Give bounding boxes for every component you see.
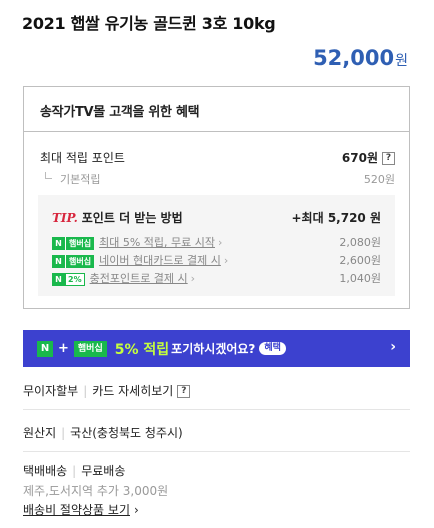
origin-row: 원산지 | 국산(충청북도 청주시) [23,426,183,440]
naver-plus-badge-icon: N 햄버십 [52,236,95,250]
chevron-right-icon: › [190,272,196,285]
tip-max: +최대 5,720 원 [291,211,382,225]
divider [23,409,410,410]
delivery-extra: 제주,도서지역 추가 3,000원 [23,484,169,498]
help-icon[interactable]: ? [177,385,191,398]
origin-value: 국산(충청북도 청주시) [70,426,183,440]
tip-header: TIP. 포인트 더 받는 방법 +최대 5,720 원 [52,209,381,226]
delivery-label: 택배배송 [23,464,68,478]
tip-row-link[interactable]: 네이버 현대카드로 결제 시 [99,254,221,267]
chevron-right-icon: › [390,339,396,355]
tip-row[interactable]: N 햄버십 최대 5% 적립, 무료 시작 › 2,080원 [52,234,381,250]
price-unit: 원 [395,53,408,69]
membership-banner[interactable]: N + 햄버십 5% 적립 포기하시겠어요? 혜택 › [23,330,410,367]
price-value: 52,000 [313,46,395,70]
help-icon[interactable]: ? [382,152,395,165]
tip-word: TIP. [52,211,78,225]
tip-title: 포인트 더 받는 방법 [81,211,183,225]
tip-row[interactable]: N 2% 충전포인트로 결제 시 › 1,040원 [52,270,381,286]
basic-point-value: 520원 [363,173,395,186]
origin-label: 원산지 [23,426,57,440]
plus-icon: + [58,341,69,356]
delivery-row: 택배배송 | 무료배송 [23,464,126,478]
benefit-box: 송작가TV몰 고객을 위한 혜택 최대 적립 포인트 670원? 기본적립 52… [23,86,410,309]
tip-row-link[interactable]: 최대 5% 적립, 무료 시작 [99,236,215,249]
product-price: 52,000원 [313,46,408,70]
naver-plus-badge-icon: N 햄버십 [52,254,95,268]
banner-benefit-button[interactable]: 혜택 [259,342,286,355]
chevron-right-icon: › [218,236,223,249]
installment-row: 무이자할부 | 카드 자세히보기? [23,382,410,399]
basic-point-row: 기본적립 520원 [40,171,395,187]
tip-row[interactable]: N 햄버십 네이버 현대카드로 결제 시 › 2,600원 [52,252,381,268]
max-point-value: 670원 [341,151,378,165]
tip-row-value: 1,040원 [339,272,381,285]
tip-row-value: 2,080원 [339,236,381,249]
naver-n-icon: N [37,340,53,357]
chevron-right-icon: › [223,254,229,267]
tip-box: TIP. 포인트 더 받는 방법 +최대 5,720 원 N 햄버십 최대 5% 적립… [38,195,395,296]
membership-label: 햄버십 [73,340,107,357]
installment-label: 무이자할부 [23,384,79,398]
card-details-link[interactable]: 카드 자세히보기 [92,384,173,398]
chevron-right-icon: › [134,503,139,517]
basic-point-label: 기본적립 [40,171,100,187]
naver-pay-badge-icon: N 2% [52,272,85,286]
max-point-label: 최대 적립 포인트 [40,151,125,165]
tip-row-link[interactable]: 충전포인트로 결제 시 [90,272,188,285]
banner-highlight: 5% 적립 [114,341,170,358]
delivery-saving-row[interactable]: 배송비 절약상품 보기 › [23,501,410,518]
tip-row-value: 2,600원 [339,254,381,267]
delivery-value: 무료배송 [81,464,126,478]
product-title: 2021 햅쌀 유기농 골드퀸 3호 10kg [22,14,276,33]
max-point-row: 최대 적립 포인트 670원? [40,149,395,166]
banner-question: 포기하시겠어요? [171,342,256,356]
benefit-header: 송작가TV몰 고객을 위한 혜택 [24,87,409,132]
divider [23,451,410,452]
delivery-saving-link[interactable]: 배송비 절약상품 보기 [23,503,130,517]
